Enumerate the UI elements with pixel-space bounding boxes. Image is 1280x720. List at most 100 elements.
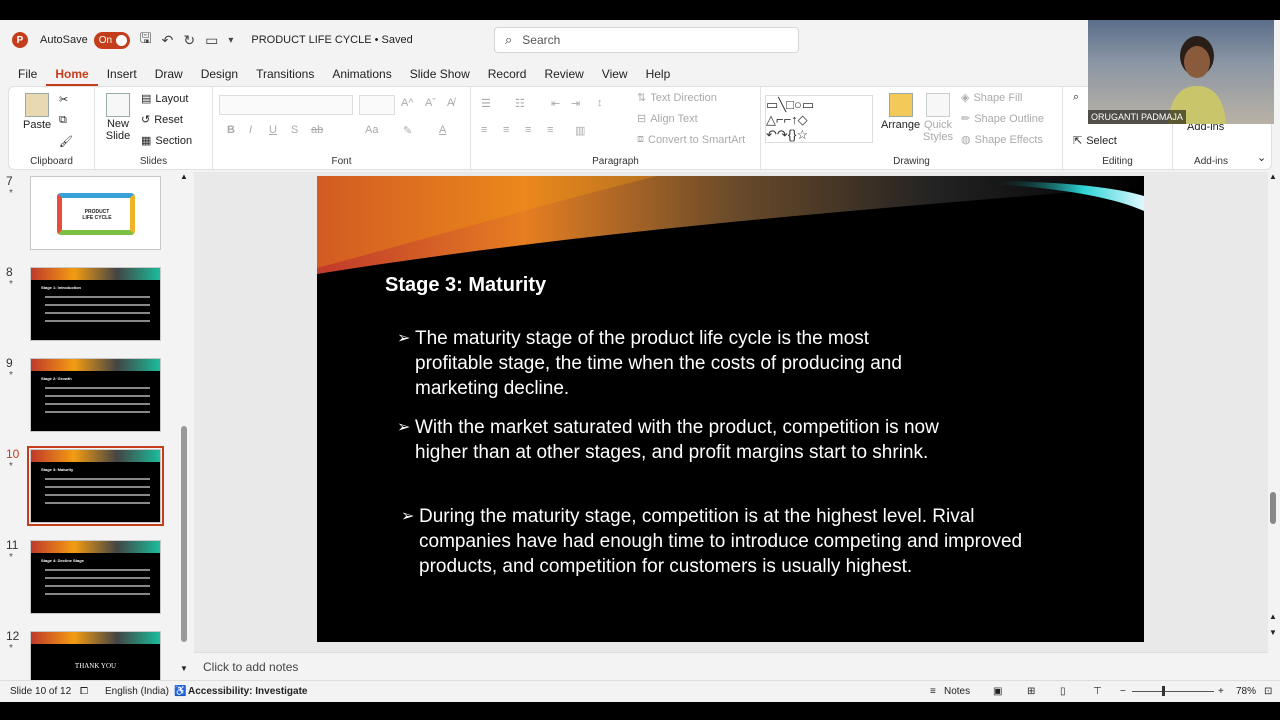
new-slide-button[interactable]: New Slide — [103, 93, 133, 142]
shape-fill-button[interactable]: ◈ Shape Fill — [961, 91, 1022, 105]
document-title[interactable]: PRODUCT LIFE CYCLE • Saved — [251, 34, 412, 46]
bullets-icon[interactable]: ☰ — [481, 97, 491, 110]
zoom-slider-thumb[interactable] — [1162, 686, 1165, 696]
notes-toggle[interactable]: Notes — [944, 686, 970, 697]
arrange-button[interactable]: Arrange — [881, 93, 920, 131]
tab-slide-show[interactable]: Slide Show — [401, 64, 479, 86]
zoom-slider[interactable] — [1132, 686, 1214, 696]
font-name-dropdown[interactable] — [219, 95, 353, 115]
slide-thumb-8[interactable]: Stage 1: Introduction — [30, 267, 161, 341]
select-button[interactable]: ⇱ Select — [1073, 134, 1117, 148]
autosave-toggle[interactable]: On — [93, 31, 130, 49]
spelling-icon[interactable]: ⧠ — [80, 686, 88, 697]
copy-icon[interactable]: ⧉ — [59, 114, 67, 127]
shape-outline-button[interactable]: ✏ Shape Outline — [961, 112, 1044, 126]
paste-button[interactable]: Paste — [23, 93, 51, 131]
format-painter-icon[interactable]: 🖌 — [59, 135, 73, 148]
shadow-button[interactable]: S — [291, 124, 298, 136]
scroll-up-icon[interactable]: ▲ — [1269, 172, 1277, 181]
slide-thumb-7[interactable]: PRODUCT LIFE CYCLE — [30, 176, 161, 250]
tab-draw[interactable]: Draw — [146, 64, 192, 86]
tab-view[interactable]: View — [593, 64, 637, 86]
tab-record[interactable]: Record — [479, 64, 536, 86]
find-icon[interactable]: ⌕ — [1073, 91, 1079, 104]
thumbnails-scrollbar[interactable]: ▲ ▼ — [180, 172, 188, 673]
zoom-in-icon[interactable]: + — [1218, 686, 1224, 697]
font-color-icon[interactable]: A — [439, 124, 446, 136]
font-size-dropdown[interactable] — [359, 95, 395, 115]
columns-icon[interactable]: ▥ — [575, 124, 585, 137]
collapse-ribbon-icon[interactable]: ⌄ — [1257, 151, 1266, 164]
fit-to-window-icon[interactable]: ⊡ — [1264, 686, 1272, 697]
present-icon[interactable]: ▭ — [205, 32, 218, 49]
tab-review[interactable]: Review — [535, 64, 592, 86]
slide-sorter-icon[interactable]: ⊞ — [1027, 686, 1035, 697]
scrollbar-thumb[interactable] — [181, 426, 187, 642]
underline-button[interactable]: U — [269, 124, 277, 136]
italic-button[interactable]: I — [249, 124, 252, 136]
slide-thumb-9[interactable]: Stage 2: Growth — [30, 358, 161, 432]
canvas-scrollbar[interactable]: ▲ ▲ ▼ — [1268, 172, 1278, 652]
indent-icon[interactable]: ⇤ — [551, 97, 560, 110]
clear-format-icon[interactable]: A̸ — [447, 97, 454, 109]
slide-thumb-10[interactable]: Stage 3: Maturity — [27, 446, 164, 526]
save-icon[interactable]: 🖫 — [140, 28, 152, 52]
shapes-gallery[interactable]: ▭╲□○▭ △⌐⌐↑◇ ↶↷{}☆ — [765, 95, 873, 143]
strikethrough-button[interactable]: ab — [311, 124, 323, 136]
zoom-out-icon[interactable]: − — [1120, 686, 1126, 697]
tab-help[interactable]: Help — [637, 64, 680, 86]
align-right-icon[interactable]: ≡ — [525, 124, 531, 136]
notes-pane[interactable]: Click to add notes — [194, 652, 1268, 680]
customize-qat-icon[interactable]: ▾ — [228, 35, 233, 46]
reading-view-icon[interactable]: ▯ — [1060, 686, 1066, 697]
line-spacing-icon[interactable]: ↕ — [597, 97, 603, 109]
align-left-icon[interactable]: ≡ — [481, 124, 487, 136]
scrollbar-thumb[interactable] — [1270, 492, 1276, 524]
slideshow-view-icon[interactable]: ⊤ — [1093, 686, 1102, 697]
tab-home[interactable]: Home — [46, 64, 98, 86]
redo-icon[interactable]: ↻ — [183, 32, 195, 49]
change-case-button[interactable]: Aa — [365, 124, 378, 136]
notes-placeholder[interactable]: Click to add notes — [203, 660, 298, 674]
quick-styles-button[interactable]: Quick Styles — [923, 93, 953, 143]
smartart-button[interactable]: ⧈ Convert to SmartArt — [637, 133, 745, 146]
tab-file[interactable]: File — [9, 64, 46, 86]
search-box[interactable]: ⌕ Search — [494, 27, 799, 53]
zoom-level[interactable]: 78% — [1236, 686, 1256, 697]
prev-slide-icon[interactable]: ▲ — [1269, 612, 1277, 621]
section-button[interactable]: ▦ Section — [141, 134, 192, 148]
highlight-icon[interactable]: ✎ — [403, 124, 412, 137]
normal-view-icon[interactable]: ▣ — [993, 686, 1002, 697]
next-slide-icon[interactable]: ▼ — [1269, 628, 1277, 637]
grow-font-icon[interactable]: A^ — [401, 97, 414, 109]
text-direction-button[interactable]: ⇅ Text Direction — [637, 91, 717, 105]
tab-animations[interactable]: Animations — [323, 64, 400, 86]
slide-thumb-11[interactable]: Stage 4: Decline Stage — [30, 540, 161, 614]
align-text-button[interactable]: ⊟ Align Text — [637, 112, 698, 126]
bullet-2[interactable]: ➢ With the market saturated with the pro… — [397, 415, 955, 465]
tab-transitions[interactable]: Transitions — [247, 64, 323, 86]
bullet-1[interactable]: ➢ The maturity stage of the product life… — [397, 326, 925, 401]
slide-thumb-12[interactable]: THANK YOU — [30, 631, 161, 681]
powerpoint-logo-icon: P — [12, 32, 28, 48]
numbering-icon[interactable]: ☷ — [515, 97, 525, 110]
outdent-icon[interactable]: ⇥ — [571, 97, 580, 110]
scroll-up-icon[interactable]: ▲ — [180, 172, 188, 181]
cut-icon[interactable]: ✂ — [59, 93, 68, 106]
justify-icon[interactable]: ≡ — [547, 124, 553, 136]
reset-button[interactable]: ↺ Reset — [141, 113, 183, 127]
bullet-3[interactable]: ➢ During the maturity stage, competition… — [401, 504, 1039, 579]
slide-title[interactable]: Stage 3: Maturity — [385, 274, 546, 297]
bold-button[interactable]: B — [227, 124, 235, 136]
tab-insert[interactable]: Insert — [98, 64, 146, 86]
align-center-icon[interactable]: ≡ — [503, 124, 509, 136]
scroll-down-icon[interactable]: ▼ — [180, 664, 188, 673]
accessibility-label[interactable]: Accessibility: Investigate — [188, 686, 308, 697]
tab-design[interactable]: Design — [192, 64, 247, 86]
undo-icon[interactable]: ↶ — [162, 32, 174, 49]
layout-button[interactable]: ▤ Layout — [141, 92, 188, 106]
shape-effects-button[interactable]: ◍ Shape Effects — [961, 133, 1043, 147]
shrink-font-icon[interactable]: Aˇ — [425, 97, 436, 109]
current-slide[interactable]: Stage 3: Maturity ➢ The maturity stage o… — [317, 176, 1144, 642]
language-label[interactable]: English (India) — [105, 686, 169, 697]
